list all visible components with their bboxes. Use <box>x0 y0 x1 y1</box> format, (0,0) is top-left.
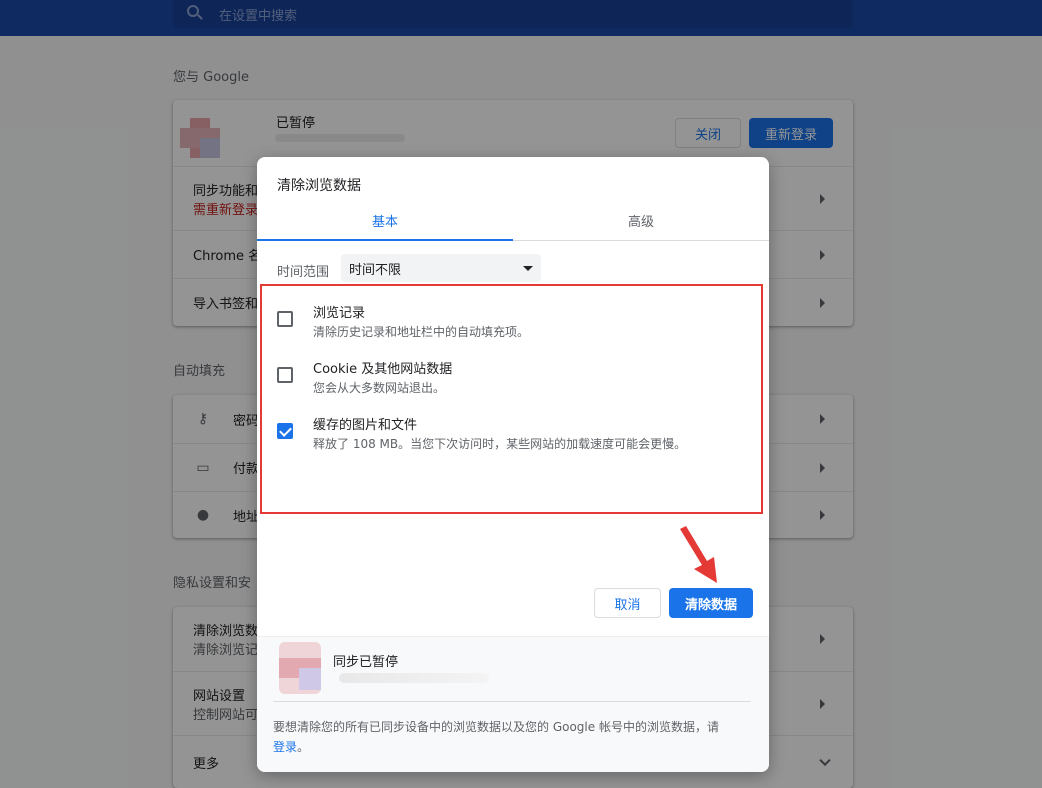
option-desc: 清除历史记录和地址栏中的自动填充项。 <box>313 325 530 339</box>
cancel-button[interactable]: 取消 <box>594 588 661 618</box>
red-arrow-annotation <box>680 526 717 583</box>
sync-status: 同步已暂停 <box>333 655 399 670</box>
footer-note: 要想清除您的所有已同步设备中的浏览数据以及您的 Google 帐号中的浏览数据，… <box>273 720 719 754</box>
tab-basic[interactable]: 基本 <box>257 201 513 241</box>
sign-in-link[interactable]: 登录 <box>273 740 297 754</box>
option-label: 浏览记录 <box>313 306 366 321</box>
dialog-footer: 同步已暂停 要想清除您的所有已同步设备中的浏览数据以及您的 Google 帐号中… <box>257 636 769 772</box>
tab-advanced[interactable]: 高级 <box>513 201 769 240</box>
option-label: Cookie 及其他网站数据 <box>313 362 453 377</box>
footer-divider <box>273 701 751 702</box>
option-browsing-history[interactable]: 浏览记录 清除历史记录和地址栏中的自动填充项。 <box>277 305 747 341</box>
cache-checkbox[interactable] <box>277 423 293 439</box>
time-range-label: 时间范围 <box>277 265 330 280</box>
dialog-tabs: 基本 高级 <box>257 201 769 241</box>
option-cache[interactable]: 缓存的图片和文件 释放了 108 MB。当您下次访问时，某些网站的加载速度可能会… <box>277 417 747 453</box>
sync-avatar <box>279 642 321 694</box>
time-range-value: 时间不限 <box>349 262 402 278</box>
clear-data-button[interactable]: 清除数据 <box>669 588 753 618</box>
dropdown-arrow-icon <box>523 266 533 271</box>
option-desc: 释放了 108 MB。当您下次访问时，某些网站的加载速度可能会更慢。 <box>313 437 687 451</box>
browsing-history-checkbox[interactable] <box>277 311 293 327</box>
option-label: 缓存的图片和文件 <box>313 418 418 433</box>
option-desc: 您会从大多数网站退出。 <box>313 381 446 395</box>
cookies-checkbox[interactable] <box>277 367 293 383</box>
option-cookies[interactable]: Cookie 及其他网站数据 您会从大多数网站退出。 <box>277 361 747 397</box>
clear-browsing-data-dialog: 清除浏览数据 基本 高级 时间范围 时间不限 浏览记录 清除历史记录和地址栏中的… <box>257 157 769 772</box>
sync-email-blur <box>339 673 489 683</box>
dialog-title: 清除浏览数据 <box>277 178 361 194</box>
time-range-select[interactable]: 时间不限 <box>341 254 541 282</box>
